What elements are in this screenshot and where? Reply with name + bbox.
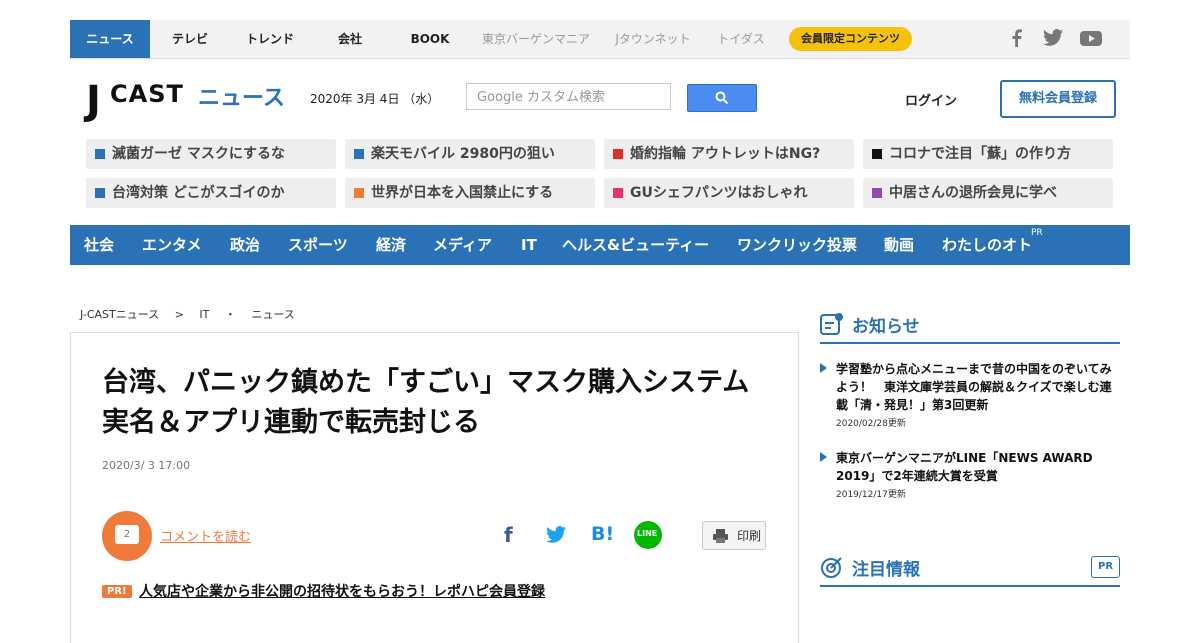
trend-tag[interactable]: 滅菌ガーゼ マスクにするな	[86, 139, 336, 169]
breadcrumb-home[interactable]: J-CASTニュース	[80, 308, 159, 321]
cat-society[interactable]: 社会	[84, 225, 114, 265]
trend-tag[interactable]: 婚約指輪 アウトレットはNG?	[604, 139, 854, 169]
article: 台湾、パニック鎮めた「すごい」マスク購入システム 実名＆アプリ連動で転売封じる …	[70, 332, 799, 643]
hatena-bookmark-icon[interactable]: B!	[591, 523, 614, 545]
cat-media[interactable]: メディア	[433, 225, 492, 265]
trend-tag[interactable]: 台湾対策 どこがスゴイのか	[86, 178, 336, 208]
breadcrumb: J-CASTニュース > IT ・ ニュース	[80, 306, 307, 322]
cat-video[interactable]: 動画	[884, 225, 914, 265]
search-button[interactable]	[687, 84, 757, 112]
trend-tag-label: 世界が日本を入国禁止にする	[371, 185, 554, 201]
top-nav-trend[interactable]: トレンド	[240, 20, 300, 58]
member-content-badge[interactable]: 会員限定コンテンツ	[789, 27, 912, 51]
trend-tag[interactable]: コロナで注目「蘇」の作り方	[863, 139, 1113, 169]
register-button[interactable]: 無料会員登録	[1000, 80, 1116, 118]
pr-label: PR	[1031, 228, 1043, 238]
cat-economy[interactable]: 経済	[376, 225, 406, 265]
cat-one-click-vote[interactable]: ワンクリック投票	[737, 225, 857, 265]
comment-icon[interactable]: 2	[102, 511, 152, 561]
facebook-share-icon[interactable]: f	[504, 523, 513, 547]
cat-watashi-no-oto[interactable]: わたしのオト	[942, 225, 1032, 265]
logo-j: J	[86, 78, 101, 124]
trend-tag[interactable]: 中居さんの退所会見に学べ	[863, 178, 1113, 208]
featured-header: 注目情報	[820, 553, 1120, 587]
search-input[interactable]: Google カスタム検索	[466, 83, 671, 110]
category-nav: 社会 エンタメ 政治 スポーツ 経済 メディア IT ヘルス&ビューティー ワン…	[70, 225, 1130, 265]
notice-icon	[820, 313, 843, 335]
tag-marker	[613, 149, 623, 159]
cat-it[interactable]: IT	[521, 225, 537, 265]
top-nav: ニュース テレビ トレンド 会社 BOOK 東京バーゲンマニア Jタウンネット …	[70, 20, 1130, 59]
breadcrumb-separator: >	[174, 308, 184, 321]
tag-marker	[95, 188, 105, 198]
line-share-icon[interactable]: LINE	[634, 521, 662, 549]
tag-marker	[872, 188, 882, 198]
current-date: 2020年 3月 4日 （水）	[310, 92, 440, 106]
tag-marker	[354, 188, 364, 198]
twitter-share-icon[interactable]	[545, 525, 567, 549]
notice-item[interactable]: 学習塾から点心メニューまで昔の中国をのぞいてみよう！ 東洋文庫学芸員の解説＆クイ…	[820, 360, 1118, 429]
featured-pr-badge: PR	[1091, 556, 1120, 578]
notice-date: 2020/02/28更新	[836, 419, 906, 429]
trend-tag-label: GUシェフパンツはおしゃれ	[630, 185, 808, 201]
notice-title: お知らせ	[852, 317, 920, 337]
arrow-icon	[820, 363, 827, 373]
search-icon	[715, 91, 729, 105]
article-title: 台湾、パニック鎮めた「すごい」マスク購入システム 実名＆アプリ連動で転売封じる	[102, 367, 777, 438]
breadcrumb-separator: ・	[224, 308, 236, 321]
trend-tag-label: 楽天モバイル 2980円の狙い	[371, 146, 555, 162]
trend-tag-label: 滅菌ガーゼ マスクにするな	[112, 146, 286, 162]
trend-tag[interactable]: GUシェフパンツはおしゃれ	[604, 178, 854, 208]
breadcrumb-it[interactable]: IT	[199, 308, 209, 321]
trend-tag-label: コロナで注目「蘇」の作り方	[889, 146, 1071, 162]
cat-entertainment[interactable]: エンタメ	[142, 225, 202, 265]
notice-text: 学習塾から点心メニューまで昔の中国をのぞいてみよう！ 東洋文庫学芸員の解説＆クイ…	[836, 362, 1112, 412]
featured-title: 注目情報	[852, 560, 920, 580]
top-nav-bargain[interactable]: 東京バーゲンマニア	[478, 20, 594, 58]
trend-tag-label: 中居さんの退所会見に学べ	[889, 185, 1057, 201]
notice-date: 2019/12/17更新	[836, 490, 906, 500]
top-nav-company[interactable]: 会社	[320, 20, 380, 58]
cat-politics[interactable]: 政治	[230, 225, 260, 265]
printer-icon	[713, 529, 728, 543]
logo-news: ニュース	[198, 86, 285, 111]
top-nav-toidas[interactable]: トイダス	[710, 20, 772, 58]
top-nav-book[interactable]: BOOK	[400, 20, 460, 58]
cat-health-beauty[interactable]: ヘルス&ビューティー	[562, 225, 709, 265]
logo-cast: CAST	[110, 80, 184, 108]
tag-marker	[872, 149, 882, 159]
top-nav-news[interactable]: ニュース	[70, 20, 150, 58]
line-label: LINE	[637, 529, 658, 538]
login-link[interactable]: ログイン	[905, 90, 957, 109]
notice-text: 東京バーゲンマニアがLINE「NEWS AWARD 2019」で2年連続大賞を受…	[836, 451, 1093, 483]
breadcrumb-news[interactable]: ニュース	[251, 308, 294, 321]
print-label: 印刷	[737, 529, 762, 543]
twitter-icon[interactable]	[1043, 29, 1063, 51]
article-date: 2020/3/ 3 17:00	[102, 459, 191, 472]
comment-count: 2	[115, 525, 139, 544]
youtube-icon[interactable]	[1080, 29, 1102, 51]
top-nav-tv[interactable]: テレビ	[160, 20, 220, 58]
facebook-icon[interactable]	[1010, 29, 1022, 51]
read-comments-link[interactable]: コメントを読む	[160, 526, 251, 545]
top-nav-jtown[interactable]: Jタウンネット	[608, 20, 698, 58]
notice-item[interactable]: 東京バーゲンマニアがLINE「NEWS AWARD 2019」で2年連続大賞を受…	[820, 449, 1118, 500]
target-icon	[821, 557, 842, 578]
print-button[interactable]: 印刷	[702, 521, 766, 550]
pr-badge: PR!	[102, 585, 132, 598]
tag-marker	[354, 149, 364, 159]
notice-header: お知らせ	[820, 310, 1120, 344]
trend-tag[interactable]: 楽天モバイル 2980円の狙い	[345, 139, 595, 169]
tag-marker	[95, 149, 105, 159]
arrow-icon	[820, 452, 827, 462]
pr-promo-link[interactable]: 人気店や企業から非公開の招待状をもらおう！レポハピ会員登録	[139, 581, 545, 601]
jcast-logo[interactable]: J CAST ニュース	[86, 76, 286, 124]
trend-tag-label: 婚約指輪 アウトレットはNG?	[630, 146, 821, 162]
trend-tag[interactable]: 世界が日本を入国禁止にする	[345, 178, 595, 208]
tag-marker	[613, 188, 623, 198]
trend-tag-label: 台湾対策 どこがスゴイのか	[112, 185, 285, 201]
cat-sports[interactable]: スポーツ	[288, 225, 348, 265]
